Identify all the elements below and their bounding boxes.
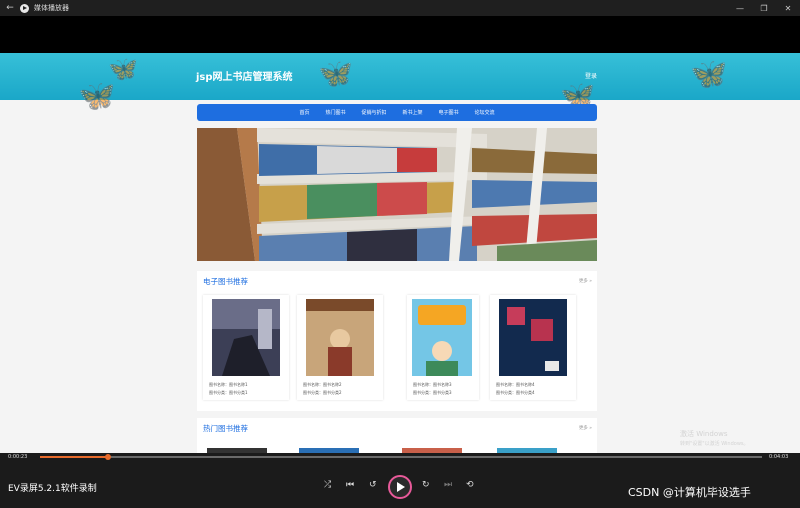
ebook-recommend-section: 电子图书推荐 更多 » 图书名称：图书名称1 图书分类：图书分类1 图书名称：图…	[197, 271, 597, 411]
activation-line1: 激活 Windows	[680, 430, 728, 438]
site-banner: 🦋 🦋 🦋 🦋 🦋 jsp网上书店管理系统 登录	[0, 53, 800, 114]
book-meta: 图书名称：图书名称1 图书分类：图书分类1	[209, 381, 248, 397]
player-controls: 0:00:23 0:04:03 EV录屏5.2.1软件录制 ⤮ ⏮ ↺ ↻ ⏭ …	[0, 453, 800, 508]
restore-icon[interactable]: ❐	[752, 4, 776, 13]
main-nav: 首页 热门图书 促销与折扣 新书上架 电子图书 论坛交流	[197, 104, 597, 121]
current-time: 0:00:23	[8, 454, 28, 460]
hero-bookshelf-image	[197, 128, 597, 261]
nav-item-home[interactable]: 首页	[299, 109, 309, 116]
shuffle-icon[interactable]: ⤮	[324, 480, 331, 490]
video-area[interactable]: 🦋 🦋 🦋 🦋 🦋 jsp网上书店管理系统 登录 首页 热门图书 促销与折扣 新…	[0, 16, 800, 453]
forward-icon[interactable]: ↻	[422, 480, 430, 490]
book-category: 图书分类：图书分类1	[209, 390, 248, 395]
book-cover-image	[412, 299, 472, 376]
book-name: 图书名称：图书名称2	[303, 382, 342, 387]
book-card[interactable]: 图书名称：图书名称1 图书分类：图书分类1	[203, 295, 289, 400]
book-name: 图书名称：图书名称4	[496, 382, 535, 387]
activation-line2: 转到"设置"以激活 Windows。	[680, 441, 749, 447]
title-bar: ← 媒体播放器 — ❐ ✕	[0, 0, 800, 16]
total-time: 0:04:03	[769, 454, 789, 460]
nav-item-new-books[interactable]: 新书上架	[403, 109, 423, 116]
windows-activation-notice: 激活 Windows 转到"设置"以激活 Windows。	[680, 429, 749, 449]
nav-item-ebooks[interactable]: 电子图书	[439, 109, 459, 116]
previous-icon[interactable]: ⏮	[346, 480, 354, 490]
play-button[interactable]	[388, 475, 412, 499]
recorded-webpage: 🦋 🦋 🦋 🦋 🦋 jsp网上书店管理系统 登录 首页 热门图书 促销与折扣 新…	[0, 53, 800, 453]
book-card[interactable]: 图书名称：图书名称3 图书分类：图书分类3	[407, 295, 479, 400]
butterfly-icon: 🦋	[318, 57, 353, 90]
butterfly-icon: 🦋	[690, 57, 728, 92]
book-card[interactable]: 图书名称：图书名称2 图书分类：图书分类2	[297, 295, 383, 400]
repeat-off-icon[interactable]: ⟲	[466, 480, 474, 490]
book-category: 图书分类：图书分类3	[413, 390, 452, 395]
back-icon[interactable]: ←	[0, 3, 20, 13]
ev-recorder-watermark: EV录屏5.2.1软件录制	[8, 484, 97, 494]
site-title: jsp网上书店管理系统	[196, 72, 293, 83]
next-icon[interactable]: ⏭	[444, 480, 452, 490]
csdn-watermark: CSDN @计算机毕设选手	[628, 486, 751, 499]
book-cover-image	[306, 299, 374, 376]
section-title: 电子图书推荐	[203, 277, 248, 286]
nav-item-forum[interactable]: 论坛交流	[475, 109, 495, 116]
book-card[interactable]: 图书名称：图书名称4 图书分类：图书分类4	[490, 295, 576, 400]
nav-item-promotions[interactable]: 促销与折扣	[361, 109, 386, 116]
book-meta: 图书名称：图书名称4 图书分类：图书分类4	[496, 381, 535, 397]
book-meta: 图书名称：图书名称2 图书分类：图书分类2	[303, 381, 342, 397]
seek-thumb[interactable]	[104, 454, 111, 460]
more-link[interactable]: 更多 »	[579, 278, 592, 284]
login-link[interactable]: 登录	[585, 71, 597, 80]
media-player-icon	[20, 3, 29, 13]
rewind-icon[interactable]: ↺	[369, 480, 377, 490]
book-category: 图书分类：图书分类4	[496, 390, 535, 395]
hot-books-section: 热门图书推荐 更多 »	[197, 418, 597, 453]
more-link[interactable]: 更多 »	[579, 425, 592, 431]
butterfly-icon: 🦋	[78, 79, 116, 114]
seek-bar[interactable]	[40, 454, 762, 460]
section-title: 热门图书推荐	[203, 424, 248, 433]
nav-item-hot-books[interactable]: 热门图书	[325, 109, 345, 116]
close-icon[interactable]: ✕	[776, 4, 800, 13]
seek-progress	[40, 456, 108, 458]
book-cover-image	[499, 299, 567, 376]
minimize-icon[interactable]: —	[728, 4, 752, 13]
book-name: 图书名称：图书名称3	[413, 382, 452, 387]
book-name: 图书名称：图书名称1	[209, 382, 248, 387]
book-cover-image	[212, 299, 280, 376]
window-title: 媒体播放器	[34, 4, 69, 12]
book-category: 图书分类：图书分类2	[303, 390, 342, 395]
book-meta: 图书名称：图书名称3 图书分类：图书分类3	[413, 381, 452, 397]
